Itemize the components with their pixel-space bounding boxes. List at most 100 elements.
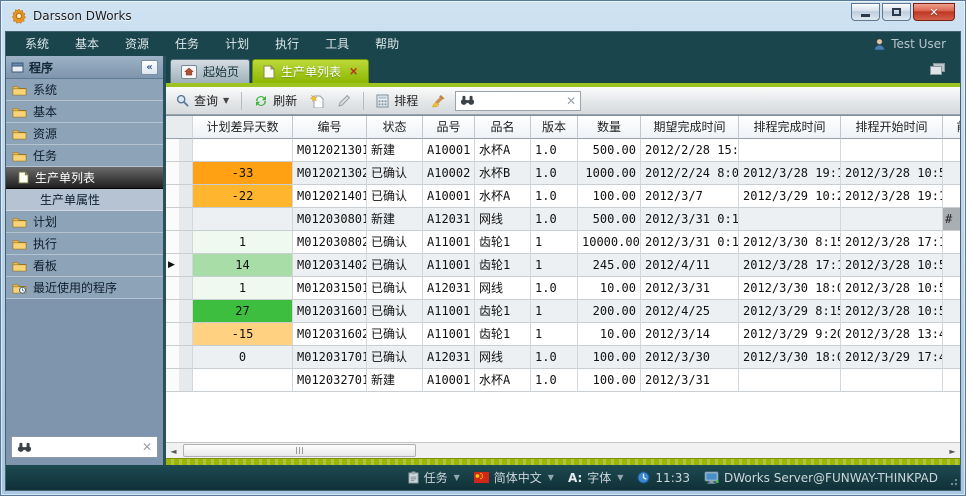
toolbar-search-input[interactable] xyxy=(479,94,562,108)
sidebar-item-label: 执行 xyxy=(33,235,57,252)
menu-item[interactable]: 基本 xyxy=(62,32,112,56)
menu-item[interactable]: 资源 xyxy=(112,32,162,56)
grid-row[interactable]: -33M012021302已确认A10002水杯B1.01000.002012/… xyxy=(166,162,960,185)
grid-column-header[interactable]: 排程开始时间 xyxy=(841,116,943,139)
status-bar: 任务 ▼ 简体中文 ▼ A: 字体 ▼ xyxy=(6,465,960,490)
cell-version: 1 xyxy=(531,231,578,254)
sidebar-item[interactable]: 生产单属性 xyxy=(6,189,163,211)
grid-column-header[interactable]: 状态 xyxy=(367,116,423,139)
sidebar-item[interactable]: 系统 xyxy=(6,79,163,101)
cell-status: 已确认 xyxy=(367,254,423,277)
sidebar-search-input[interactable] xyxy=(36,440,138,454)
grid-row[interactable]: M012032701新建A10001水杯A1.0100.002012/3/31 xyxy=(166,369,960,392)
toolbar-search-box: ✕ xyxy=(455,91,581,111)
cell-item_no: A10001 xyxy=(423,139,475,162)
sidebar-item[interactable]: 基本 xyxy=(6,101,163,123)
tab-close-icon[interactable]: ✕ xyxy=(349,65,358,78)
statusbar-language[interactable]: 简体中文 ▼ xyxy=(474,469,554,486)
schedule-button[interactable]: 排程 xyxy=(372,90,422,111)
grid-row[interactable]: 27M012031601已确认A11001齿轮11200.002012/4/25… xyxy=(166,300,960,323)
menu-item[interactable]: 任务 xyxy=(162,32,212,56)
cell-overflow_marker: # xyxy=(943,208,960,231)
cell-expected: 2012/3/31 0:10 xyxy=(641,208,739,231)
menu-item[interactable]: 工具 xyxy=(312,32,362,56)
grid-row[interactable]: M012021301新建A10001水杯A1.0500.002012/2/28 … xyxy=(166,139,960,162)
grid-row[interactable]: 1M012031501已确认A12031网线1.010.002012/3/312… xyxy=(166,277,960,300)
query-button[interactable]: 查询 ▼ xyxy=(172,90,233,111)
grid-column-header[interactable]: 前 xyxy=(943,116,960,139)
grid-row[interactable]: ▶14M012031402已确认A11001齿轮11245.002012/4/1… xyxy=(166,254,960,277)
clean-button[interactable] xyxy=(427,92,450,110)
sidebar: 程序 « 系统基本资源任务生产单列表生产单属性计划执行看板最近使用的程序 ✕ xyxy=(6,56,166,465)
cell-item_name: 齿轮1 xyxy=(475,323,531,346)
sidebar-item-label: 看板 xyxy=(33,257,57,274)
grid-column-header[interactable]: 计划差异天数 xyxy=(193,116,293,139)
window-list-icon[interactable] xyxy=(930,63,946,75)
menu-item[interactable]: 帮助 xyxy=(362,32,412,56)
search-icon xyxy=(176,94,189,107)
cell-item_name: 水杯A xyxy=(475,185,531,208)
menu-item[interactable]: 计划 xyxy=(212,32,262,56)
toolbar-search-clear-icon[interactable]: ✕ xyxy=(566,94,576,108)
menu-item[interactable]: 执行 xyxy=(262,32,312,56)
sidebar-item[interactable]: 任务 xyxy=(6,145,163,167)
grid-row[interactable]: M012030801新建A12031网线1.0500.002012/3/31 0… xyxy=(166,208,960,231)
tab-start-page[interactable]: 起始页 xyxy=(170,59,250,83)
close-button[interactable]: ✕ xyxy=(913,3,955,21)
sidebar-item-label: 任务 xyxy=(33,147,57,164)
sidebar-item[interactable]: 计划 xyxy=(6,211,163,233)
cell-sched_end: 2012/3/28 19:10 xyxy=(739,162,841,185)
grid-column-header[interactable]: 品号 xyxy=(423,116,475,139)
sidebar-item[interactable]: 看板 xyxy=(6,255,163,277)
cell-overflow_marker xyxy=(943,185,960,208)
cell-item_no: A10001 xyxy=(423,185,475,208)
time-value: 11:33 xyxy=(655,471,690,485)
document-icon xyxy=(263,65,275,79)
sidebar-item[interactable]: 生产单列表 xyxy=(6,167,163,189)
sidebar-item[interactable]: 最近使用的程序 xyxy=(6,277,163,299)
cell-expected: 2012/4/25 xyxy=(641,300,739,323)
grid-row[interactable]: 0M012031701已确认A12031网线1.0100.002012/3/30… xyxy=(166,346,960,369)
tab-start-page-label: 起始页 xyxy=(203,63,239,80)
grid-column-header[interactable]: 版本 xyxy=(531,116,578,139)
cell-diff xyxy=(193,139,293,162)
grid-row[interactable]: -15M012031602已确认A11001齿轮1110.002012/3/14… xyxy=(166,323,960,346)
tasks-dropdown-icon: ▼ xyxy=(454,473,460,482)
minimize-button[interactable] xyxy=(851,3,880,21)
cell-sched_end: 2012/3/30 18:00 xyxy=(739,277,841,300)
query-dropdown-icon[interactable]: ▼ xyxy=(223,96,229,105)
grid-row[interactable]: 1M012030802已确认A11001齿轮1110000.002012/3/3… xyxy=(166,231,960,254)
grid-column-header[interactable]: 编号 xyxy=(293,116,367,139)
horizontal-scrollbar[interactable]: ◄ ► xyxy=(166,442,960,458)
statusbar-tasks[interactable]: 任务 ▼ xyxy=(408,469,460,486)
grid-row[interactable]: -22M012021401已确认A10001水杯A1.0100.002012/3… xyxy=(166,185,960,208)
grid-column-header[interactable]: 数量 xyxy=(578,116,641,139)
cell-item_name: 网线 xyxy=(475,277,531,300)
edit-button[interactable] xyxy=(333,92,355,110)
grid-column-header[interactable]: 期望完成时间 xyxy=(641,116,739,139)
sidebar-search-clear-icon[interactable]: ✕ xyxy=(142,440,152,454)
tab-production-order-list[interactable]: 生产单列表 ✕ xyxy=(252,59,369,83)
new-button[interactable] xyxy=(306,92,328,110)
maximize-button[interactable] xyxy=(882,3,911,21)
scroll-right-arrow-icon[interactable]: ► xyxy=(945,444,960,458)
resize-grip[interactable] xyxy=(949,479,957,487)
scrollbar-thumb[interactable] xyxy=(183,444,416,457)
grid-column-header[interactable]: 排程完成时间 xyxy=(739,116,841,139)
window-title: Darsson DWorks xyxy=(33,9,132,23)
toolbar-separator xyxy=(241,92,242,110)
sidebar-search-box: ✕ xyxy=(11,436,158,458)
sidebar-collapse-button[interactable]: « xyxy=(141,60,158,75)
statusbar-font[interactable]: A: 字体 ▼ xyxy=(568,469,623,486)
refresh-button[interactable]: 刷新 xyxy=(250,90,301,111)
sidebar-item[interactable]: 执行 xyxy=(6,233,163,255)
production-order-grid: 计划差异天数编号状态品号品名版本数量期望完成时间排程完成时间排程开始时间前M01… xyxy=(166,116,960,392)
menu-item[interactable]: 系统 xyxy=(12,32,62,56)
current-user[interactable]: Test User xyxy=(873,37,954,51)
grid-column-header[interactable]: 品名 xyxy=(475,116,531,139)
cell-item_name: 网线 xyxy=(475,346,531,369)
cell-sched_start: 2012/3/28 19:10 xyxy=(841,185,943,208)
scroll-left-arrow-icon[interactable]: ◄ xyxy=(166,444,181,458)
cell-sched_start xyxy=(841,139,943,162)
sidebar-item[interactable]: 资源 xyxy=(6,123,163,145)
